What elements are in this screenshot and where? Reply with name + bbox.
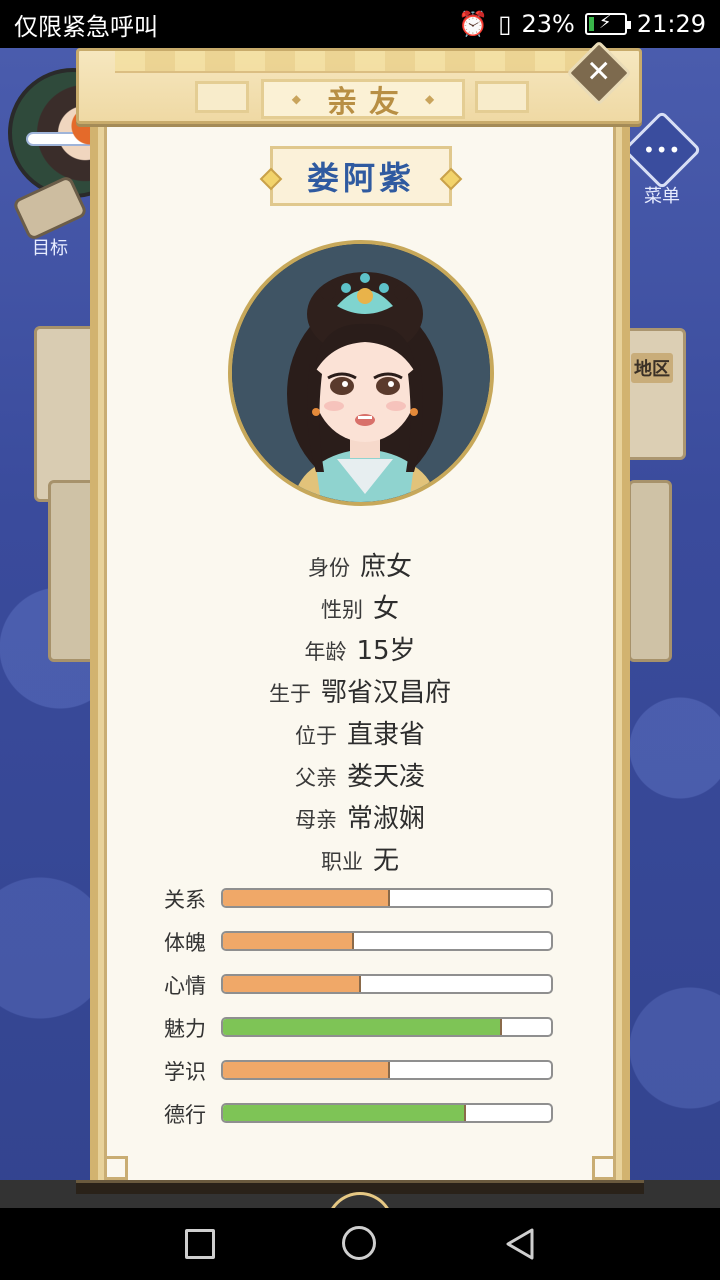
info-value: 无 [372, 846, 399, 876]
header-title-box: ◆ 亲友 ◆ [261, 79, 465, 120]
info-row-identity: 身份 庶女 [104, 546, 616, 583]
menu-button[interactable]: ••• 菜单 [622, 110, 702, 232]
clock-time: 21:29 [636, 10, 706, 38]
stat-bar-fill [223, 1062, 391, 1078]
header-ornament-box [195, 81, 249, 113]
stat-row-virtue: 德行 [164, 1101, 564, 1127]
info-row-age: 年龄 15岁 [104, 630, 616, 667]
stat-label: 心情 [164, 974, 206, 998]
info-row-occupation: 职业无 [104, 840, 616, 877]
charging-bolt-icon: ⚡ [598, 12, 612, 33]
sim-icon: ▯ [498, 10, 512, 38]
info-row-gender: 性别女 [104, 588, 616, 625]
battery-fill [588, 17, 594, 31]
background-card [628, 480, 672, 662]
title-dot-icon: ◆ [425, 92, 435, 106]
character-name: 娄阿紫 [306, 159, 415, 197]
name-plate: 娄阿紫 [259, 146, 463, 206]
recents-square-icon[interactable] [182, 1226, 218, 1262]
panel-header: ◆ 亲友 ◆ [76, 48, 642, 124]
battery-icon: ⚡ [584, 12, 631, 35]
panel-corner [104, 1156, 128, 1180]
info-label: 年龄 [304, 640, 347, 664]
stat-bar [221, 931, 553, 951]
portrait-illustration [232, 244, 490, 502]
stat-bar [221, 1103, 553, 1123]
info-value: 15岁 [356, 636, 416, 666]
stat-row-physique: 体魄 [164, 929, 564, 955]
stat-label: 关系 [164, 888, 206, 912]
stat-label: 学识 [164, 1060, 206, 1084]
character-portrait [228, 240, 494, 506]
stat-bar-fill [223, 1019, 502, 1035]
info-value: 鄂省汉昌府 [320, 678, 451, 708]
stat-row-mood: 心情 [164, 972, 564, 998]
stat-bar-fill [223, 976, 361, 992]
stat-bar [221, 1017, 553, 1037]
back-triangle-icon[interactable] [502, 1226, 538, 1262]
info-row-location: 位于 直隶省 [104, 714, 616, 751]
stat-bar [221, 1060, 553, 1080]
header-ornament-box [475, 81, 529, 113]
alarm-icon: ⏰ [458, 10, 489, 38]
close-icon: ✕ [586, 54, 612, 90]
stat-bar [221, 974, 553, 994]
info-value: 直隶省 [346, 720, 425, 750]
info-value: 庶女 [359, 552, 412, 582]
stat-bar-fill [223, 890, 391, 906]
info-label: 身份 [307, 556, 350, 580]
target-button[interactable]: 目标 [10, 174, 90, 286]
region-label: 地区 [631, 353, 673, 383]
stat-label: 德行 [164, 1103, 206, 1127]
info-label: 生于 [268, 682, 311, 706]
info-value: 常淑娴 [346, 804, 425, 834]
title-dot-icon: ◆ [291, 92, 301, 106]
status-icons: ⏰ ▯ 23% ⚡ 21:29 [458, 10, 706, 38]
info-row-mother: 母亲 常淑娴 [104, 798, 616, 835]
info-label: 父亲 [294, 766, 337, 790]
info-value: 娄天凌 [346, 762, 425, 792]
navigation-bar [0, 1208, 720, 1280]
stat-bar [221, 888, 553, 908]
stat-bar-fill [223, 1105, 466, 1121]
panel-corner [592, 1156, 616, 1180]
stat-bar-fill [223, 933, 355, 949]
battery-percent: 23% [521, 10, 575, 38]
info-label: 职业 [320, 850, 363, 874]
stat-label: 体魄 [164, 931, 206, 955]
info-label: 位于 [294, 724, 337, 748]
stat-row-relationship: 关系 [164, 886, 564, 912]
info-value: 女 [372, 594, 399, 624]
panel-title: 亲友 [327, 85, 411, 120]
carrier-text: 仅限紧急呼叫 [14, 12, 158, 41]
info-label: 性别 [320, 598, 363, 622]
stat-row-charm: 魅力 [164, 1015, 564, 1041]
stat-label: 魅力 [164, 1017, 206, 1041]
info-label: 母亲 [294, 808, 337, 832]
target-label: 目标 [32, 238, 68, 259]
stat-row-knowledge: 学识 [164, 1058, 564, 1084]
home-circle-icon[interactable] [342, 1226, 378, 1262]
region-button[interactable]: 地区 [624, 328, 686, 460]
status-bar: 仅限紧急呼叫 ⏰ ▯ 23% ⚡ 21:29 [0, 0, 720, 48]
header-ornament [115, 51, 605, 73]
info-row-father: 父亲 娄天凌 [104, 756, 616, 793]
info-row-birthplace: 生于 鄂省汉昌府 [104, 672, 616, 709]
